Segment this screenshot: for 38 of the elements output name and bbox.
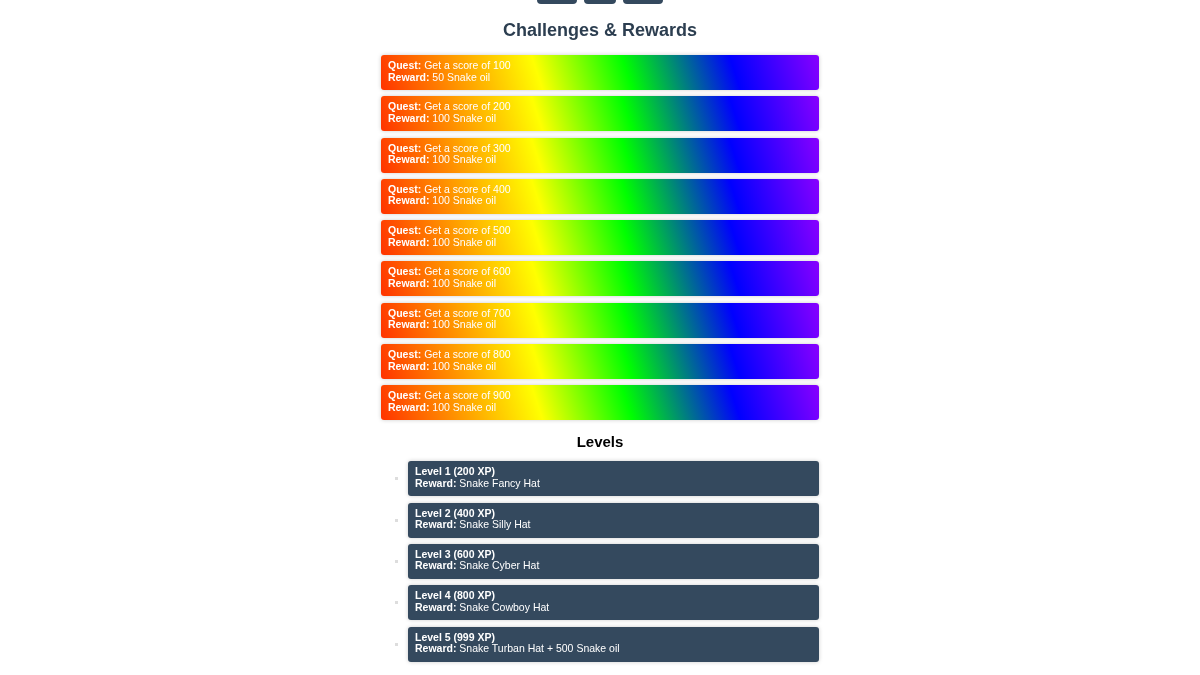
reward-text: Reward: 50 Snake oil	[388, 71, 491, 83]
reward-text: Reward: Snake Silly Hat	[415, 519, 531, 531]
nav-button[interactable]	[623, 0, 663, 4]
quest-text: Quest: Get a score of 900	[388, 390, 511, 402]
reward-text: Reward: 100 Snake oil	[388, 112, 496, 125]
reward-text: Reward: 100 Snake oil	[388, 319, 496, 331]
reward-text: Reward: Snake Cowboy Hat	[415, 601, 550, 614]
bullet-icon	[395, 518, 398, 522]
nav-button[interactable]	[584, 0, 616, 4]
reward-text: Reward: 100 Snake oil	[388, 195, 496, 207]
quest-text: Quest: Get a score of 700	[388, 307, 511, 320]
bullet-icon	[395, 642, 398, 646]
quest-text: Quest: Get a score of 400	[388, 183, 511, 196]
level-text: Level 4 (800 XP)	[415, 590, 495, 602]
level-text: Level 3 (600 XP)	[415, 548, 495, 561]
level-text: Level 2 (400 XP)	[415, 507, 495, 520]
nav-button[interactable]	[537, 0, 577, 4]
reward-text: Reward: Snake Turban Hat + 500 Snake oil	[415, 643, 620, 655]
section-title: Levels	[576, 433, 624, 451]
level-text: Level 5 (999 XP)	[415, 631, 495, 644]
quest-text: Quest: Get a score of 800	[388, 349, 511, 361]
quest-text: Quest: Get a score of 200	[388, 101, 511, 113]
quest-text: Quest: Get a score of 500	[388, 225, 511, 237]
reward-text: Reward: 100 Snake oil	[388, 154, 496, 166]
bullet-icon	[395, 559, 398, 563]
quest-text: Quest: Get a score of 600	[388, 266, 511, 278]
reward-text: Reward: 100 Snake oil	[388, 236, 496, 249]
page-title: Challenges & Rewards	[502, 20, 698, 41]
bullet-icon	[395, 477, 398, 481]
quest-text: Quest: Get a score of 300	[388, 142, 511, 155]
bullet-icon	[395, 601, 398, 605]
quest-text: Quest: Get a score of 100	[388, 60, 511, 72]
level-text: Level 1 (200 XP)	[415, 466, 495, 478]
reward-text: Reward: 100 Snake oil	[388, 278, 496, 290]
reward-text: Reward: 100 Snake oil	[388, 360, 496, 373]
reward-text: Reward: 100 Snake oil	[388, 401, 496, 414]
reward-text: Reward: Snake Cyber Hat	[415, 560, 540, 572]
reward-text: Reward: Snake Fancy Hat	[415, 477, 540, 490]
